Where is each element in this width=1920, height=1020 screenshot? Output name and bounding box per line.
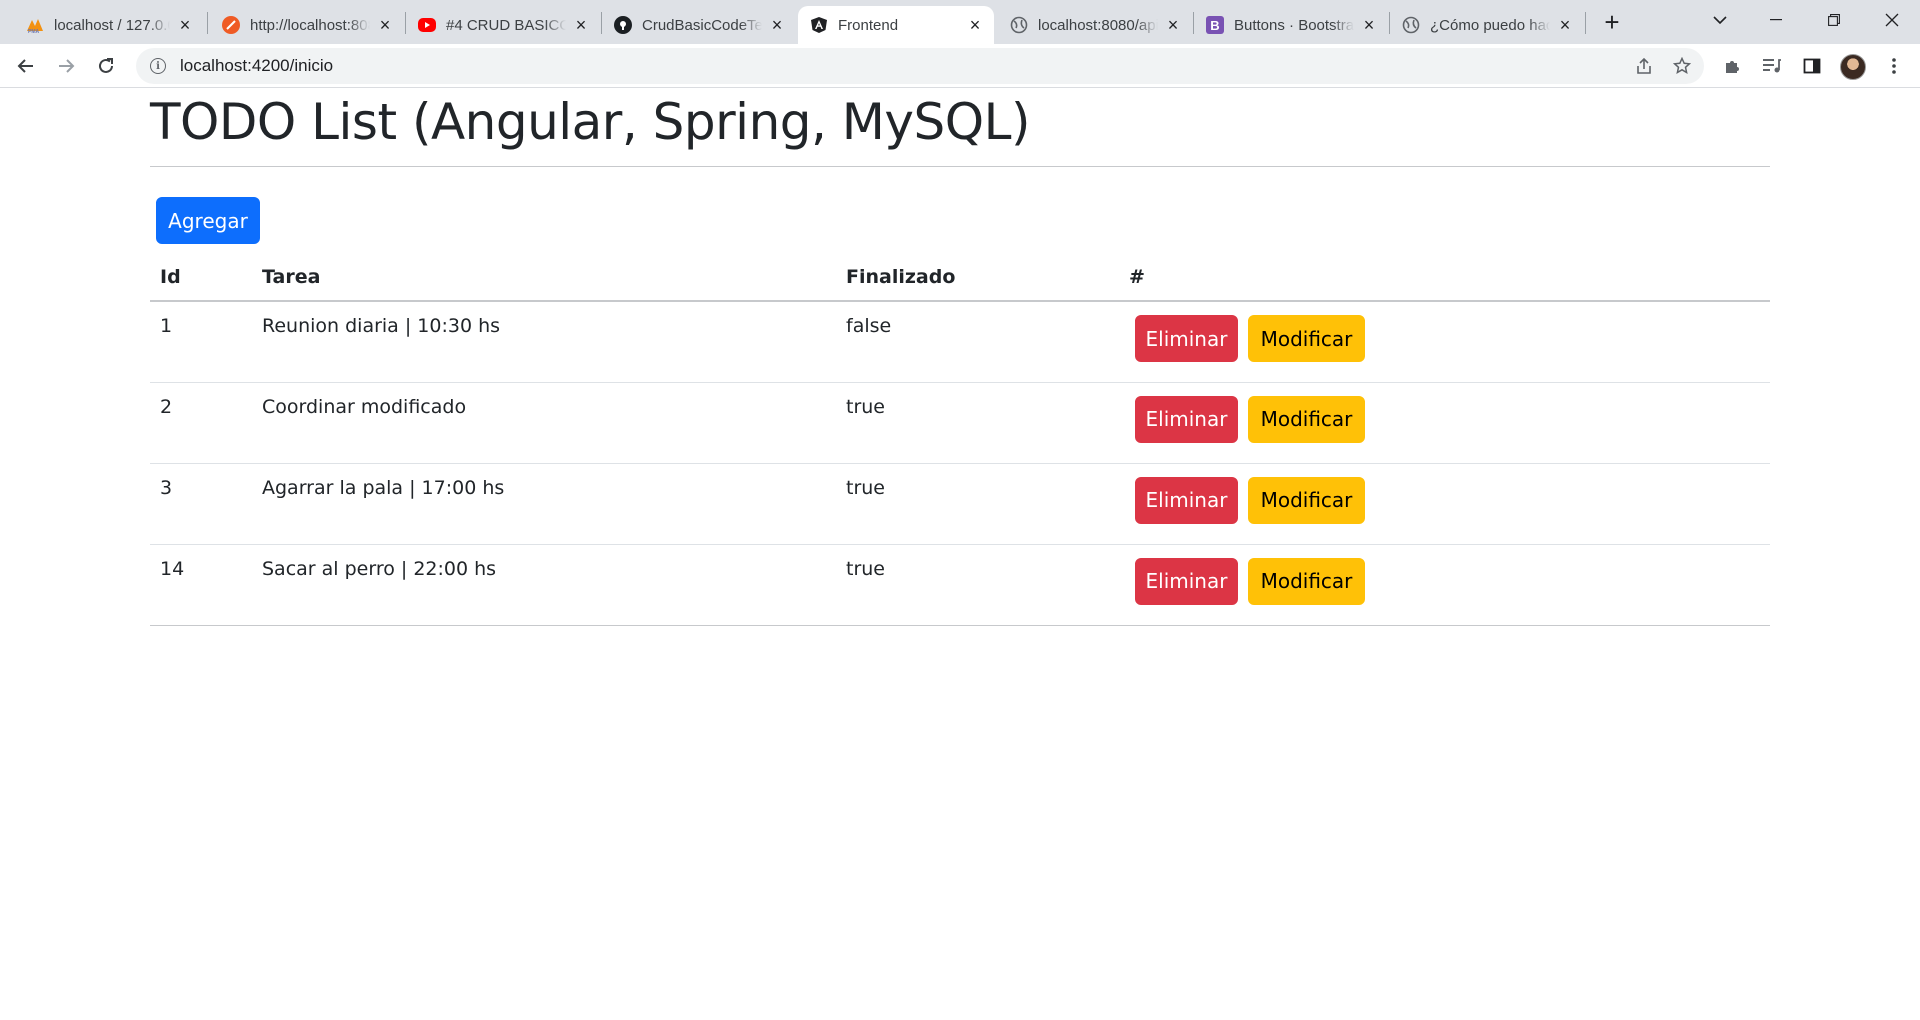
tab-separator xyxy=(207,12,208,34)
media-control-icon[interactable] xyxy=(1756,50,1788,82)
task-finalizado: true xyxy=(836,463,1119,545)
modify-button[interactable]: Modificar xyxy=(1248,315,1365,362)
task-name: Coordinar modificado xyxy=(252,382,836,464)
task-finalizado: false xyxy=(836,301,1119,383)
svg-text:PMA: PMA xyxy=(28,29,40,34)
tab-title: #4 CRUD BASICO xyxy=(446,16,566,34)
table-row: 1 Reunion diaria | 10:30 hs false Elimin… xyxy=(150,301,1770,383)
header-actions: # xyxy=(1119,253,1770,302)
close-tab-icon[interactable]: × xyxy=(572,16,590,34)
url-text[interactable]: localhost:4200/inicio xyxy=(180,56,1628,76)
task-id: 2 xyxy=(150,382,252,464)
task-id: 14 xyxy=(150,544,252,626)
tab-search-icon[interactable] xyxy=(1692,0,1748,40)
address-bar[interactable]: i localhost:4200/inicio xyxy=(136,48,1704,84)
tab-title: Frontend xyxy=(838,16,899,34)
task-id: 1 xyxy=(150,301,252,383)
new-tab-icon[interactable]: + xyxy=(1598,7,1626,37)
tab-separator xyxy=(1585,12,1586,34)
task-actions: Eliminar Modificar xyxy=(1119,382,1770,464)
table-row: 2 Coordinar modificado true Eliminar Modi… xyxy=(150,382,1770,464)
browser-tab[interactable]: CrudBasicCodeTech × xyxy=(602,6,796,44)
page-title: TODO List (Angular, Spring, MySQL) xyxy=(150,93,1030,151)
tasks-table: Id Tarea Finalizado # 1 Reunion diaria |… xyxy=(150,253,1770,626)
browser-menu-icon[interactable] xyxy=(1878,50,1910,82)
header-id: Id xyxy=(150,253,252,302)
modify-button[interactable]: Modificar xyxy=(1248,395,1365,443)
browser-tab-active[interactable]: Frontend × xyxy=(798,6,994,44)
modify-button[interactable]: Modificar xyxy=(1248,557,1365,605)
close-window-icon[interactable] xyxy=(1864,0,1920,40)
youtube-icon xyxy=(418,18,436,32)
browser-tab[interactable]: http://localhost:8080 × xyxy=(210,6,404,44)
task-name: Reunion diaria | 10:30 hs xyxy=(252,301,836,383)
globe-icon xyxy=(1010,16,1028,34)
browser-tab[interactable]: ¿Cómo puedo hacer × xyxy=(1390,6,1584,44)
table-row: 3 Agarrar la pala | 17:00 hs true Elimin… xyxy=(150,463,1770,545)
task-actions: Eliminar Modificar xyxy=(1119,544,1770,626)
table-header-row: Id Tarea Finalizado # xyxy=(150,253,1770,302)
postman-icon xyxy=(222,16,240,34)
delete-button[interactable]: Eliminar xyxy=(1135,395,1238,443)
page-content: TODO List (Angular, Spring, MySQL) Agreg… xyxy=(150,88,1770,626)
task-actions: Eliminar Modificar xyxy=(1119,301,1770,383)
minimize-icon[interactable] xyxy=(1748,0,1804,40)
globe-icon xyxy=(1402,16,1420,34)
tab-title: ¿Cómo puedo hacer xyxy=(1430,16,1550,34)
bootstrap-icon: B xyxy=(1206,16,1224,34)
tab-title: CrudBasicCodeTech xyxy=(642,16,762,34)
close-tab-icon[interactable]: × xyxy=(966,16,984,34)
close-tab-icon[interactable]: × xyxy=(1556,16,1574,34)
task-finalizado: true xyxy=(836,382,1119,464)
github-icon xyxy=(614,16,632,34)
modify-button[interactable]: Modificar xyxy=(1248,476,1365,524)
site-info-icon[interactable]: i xyxy=(150,58,166,74)
task-finalizado: true xyxy=(836,544,1119,626)
side-panel-icon[interactable] xyxy=(1796,50,1828,82)
close-tab-icon[interactable]: × xyxy=(376,16,394,34)
tab-title: Buttons · Bootstrap xyxy=(1234,16,1354,34)
share-icon[interactable] xyxy=(1628,50,1660,82)
title-divider xyxy=(150,166,1770,167)
close-tab-icon[interactable]: × xyxy=(1164,16,1182,34)
task-name: Agarrar la pala | 17:00 hs xyxy=(252,463,836,545)
forward-icon[interactable] xyxy=(50,50,82,82)
browser-tab[interactable]: #4 CRUD BASICO × xyxy=(406,6,600,44)
table-row: 14 Sacar al perro | 22:00 hs true Elimin… xyxy=(150,544,1770,626)
back-icon[interactable] xyxy=(10,50,42,82)
delete-button[interactable]: Eliminar xyxy=(1135,557,1238,605)
angular-icon xyxy=(810,16,828,34)
browser-tab[interactable]: localhost:8080/api × xyxy=(998,6,1192,44)
close-tab-icon[interactable]: × xyxy=(768,16,786,34)
tab-title: localhost:8080/api xyxy=(1038,16,1158,34)
browser-tab[interactable]: B Buttons · Bootstrap × xyxy=(1194,6,1388,44)
tab-title: localhost / 127.0.0.1 xyxy=(54,16,170,34)
browser-toolbar: i localhost:4200/inicio xyxy=(0,44,1920,88)
add-task-button[interactable]: Agregar xyxy=(156,197,260,244)
task-actions: Eliminar Modificar xyxy=(1119,463,1770,545)
restore-icon[interactable] xyxy=(1806,0,1862,40)
tab-title: http://localhost:8080 xyxy=(250,16,370,34)
phpmyadmin-icon: PMA xyxy=(26,16,44,34)
header-tarea: Tarea xyxy=(252,253,836,302)
task-id: 3 xyxy=(150,463,252,545)
browser-tab-strip: PMA localhost / 127.0.0.1 × http://local… xyxy=(0,0,1920,44)
browser-tab[interactable]: PMA localhost / 127.0.0.1 × xyxy=(14,6,204,44)
task-name: Sacar al perro | 22:00 hs xyxy=(252,544,836,626)
profile-avatar[interactable] xyxy=(1840,54,1866,80)
close-tab-icon[interactable]: × xyxy=(176,16,194,34)
close-tab-icon[interactable]: × xyxy=(1360,16,1378,34)
bookmark-star-icon[interactable] xyxy=(1666,50,1698,82)
reload-icon[interactable] xyxy=(90,50,122,82)
delete-button[interactable]: Eliminar xyxy=(1135,315,1238,362)
header-finalizado: Finalizado xyxy=(836,253,1119,302)
extensions-icon[interactable] xyxy=(1716,50,1748,82)
delete-button[interactable]: Eliminar xyxy=(1135,476,1238,524)
